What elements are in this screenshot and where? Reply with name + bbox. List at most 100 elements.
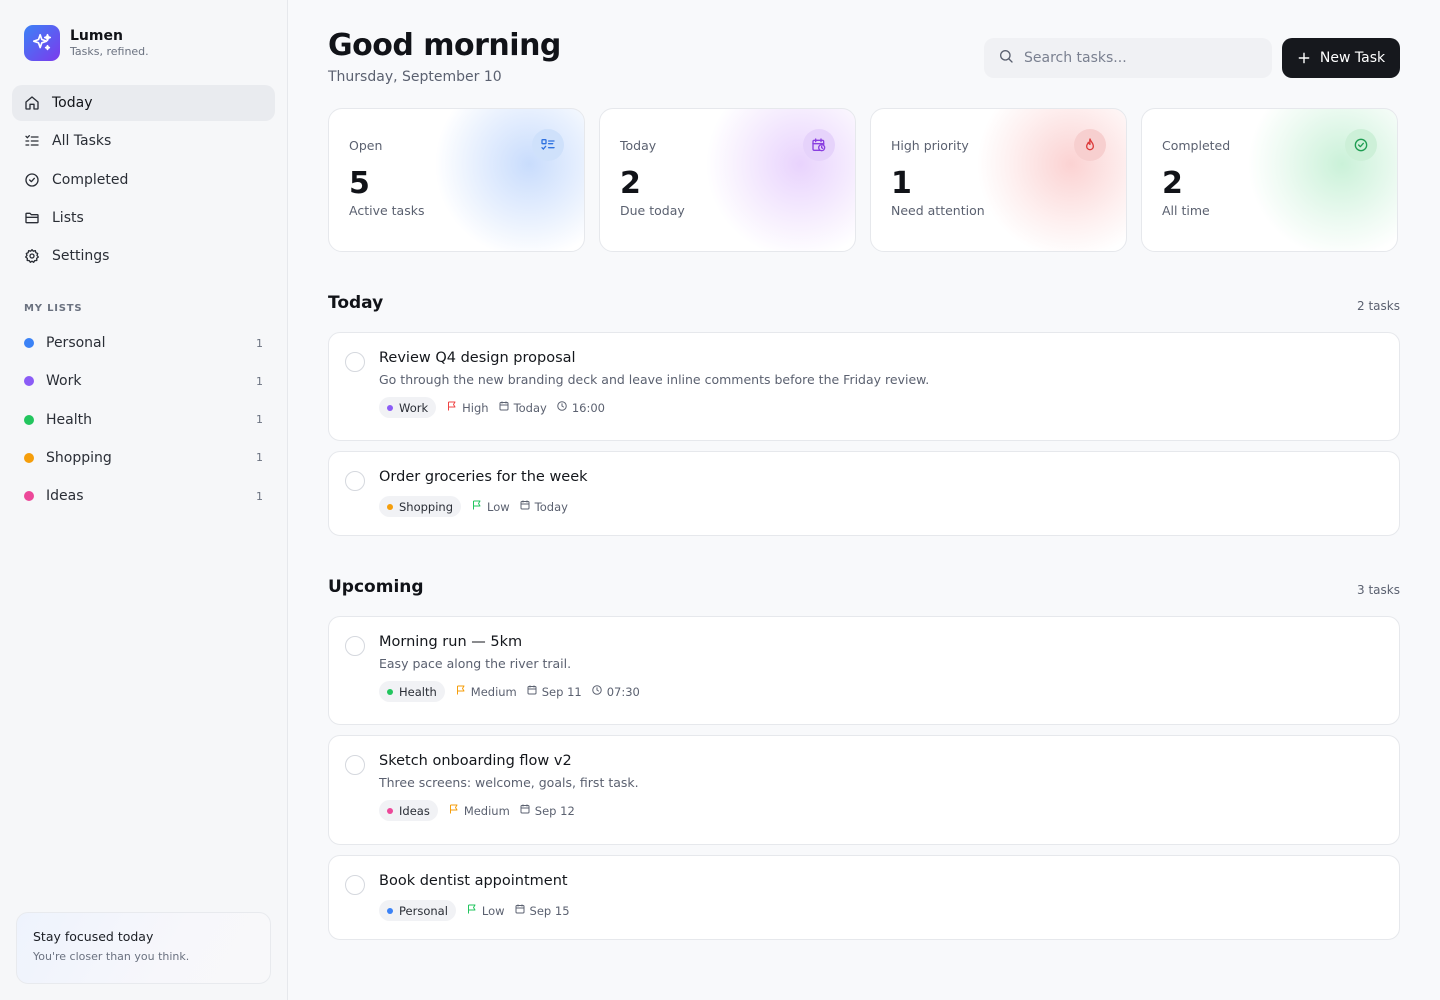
task-title: Sketch onboarding flow v2 — [379, 753, 572, 769]
list-count: 1 — [256, 413, 263, 427]
nav-item-label: Settings — [52, 248, 110, 265]
priority-label: Medium — [470, 684, 517, 699]
task-card[interactable]: Book dentist appointment Personal Low Se… — [328, 855, 1400, 940]
list-item-personal[interactable]: Personal 1 — [12, 325, 275, 361]
task-priority: Low — [466, 903, 505, 918]
stat-value: 5 — [349, 166, 370, 201]
calendar-icon — [519, 499, 535, 514]
stat-label: Today — [620, 138, 657, 153]
task-card[interactable]: Morning run — 5km Easy pace along the ri… — [328, 616, 1400, 725]
plus-icon — [1297, 51, 1311, 65]
tag-label: Work — [399, 400, 429, 415]
task-checkbox[interactable] — [345, 352, 365, 372]
task-list-tag[interactable]: Health — [379, 681, 445, 702]
search-icon — [998, 48, 1014, 68]
section-title-upcoming: Upcoming — [328, 577, 424, 597]
task-priority: Medium — [455, 684, 517, 699]
nav-item-lists[interactable]: Lists — [12, 200, 275, 236]
focus-title: Stay focused today — [33, 929, 154, 944]
task-checkbox[interactable] — [345, 875, 365, 895]
tag-color-dot — [387, 503, 393, 510]
task-title: Book dentist appointment — [379, 873, 568, 889]
task-card[interactable]: Sketch onboarding flow v2 Three screens:… — [328, 735, 1400, 845]
nav-item-today[interactable]: Today — [12, 85, 275, 121]
nav-item-label: All Tasks — [52, 133, 112, 150]
stats-row: Open 5 Active tasks Today 2 Due today Hi… — [328, 108, 1400, 252]
my-lists: Personal 1 Work 1 Health 1 Shopping 1 Id… — [12, 325, 275, 516]
list-color-dot — [24, 452, 34, 463]
task-list-tag[interactable]: Work — [379, 397, 437, 418]
tag-color-dot — [387, 404, 393, 411]
task-list-tag[interactable]: Personal — [379, 900, 456, 921]
brand[interactable]: Lumen Tasks, refined. — [24, 25, 149, 61]
task-description: Easy pace along the river trail. — [379, 656, 572, 671]
task-due: Today — [498, 400, 547, 415]
stat-card-high-priority: High priority 1 Need attention — [870, 108, 1127, 252]
task-due: Sep 12 — [519, 803, 575, 818]
search-input[interactable] — [1024, 50, 1244, 66]
flag-icon — [446, 400, 462, 415]
section-count-upcoming: 3 tasks — [1357, 583, 1400, 597]
task-description: Three screens: welcome, goals, first tas… — [379, 775, 639, 790]
nav-item-label: Today — [52, 95, 93, 111]
search-box[interactable] — [984, 38, 1272, 78]
due-label: Sep 12 — [534, 803, 575, 818]
tag-label: Health — [399, 684, 437, 699]
tag-color-dot — [387, 688, 393, 695]
flag-icon — [466, 903, 482, 918]
lists-heading: MY LISTS — [24, 303, 83, 314]
tag-label: Ideas — [399, 803, 430, 818]
calendar-icon — [498, 400, 514, 415]
task-time: 16:00 — [556, 400, 605, 415]
nav-item-completed[interactable]: Completed — [12, 162, 275, 198]
tag-color-dot — [387, 907, 393, 914]
priority-label: High — [462, 400, 489, 415]
stat-card-completed: Completed 2 All time — [1141, 108, 1398, 252]
stat-label: High priority — [891, 138, 969, 153]
stat-value: 1 — [891, 166, 912, 201]
gear-icon — [24, 248, 40, 264]
list-color-dot — [24, 414, 34, 425]
priority-label: Low — [487, 499, 510, 514]
focus-subtitle: You're closer than you think. — [33, 950, 190, 963]
task-list-tag[interactable]: Shopping — [379, 496, 462, 517]
list-item-ideas[interactable]: Ideas 1 — [12, 478, 275, 514]
list-color-dot — [24, 491, 34, 502]
nav-item-settings[interactable]: Settings — [12, 238, 275, 274]
task-meta: Work High Today 16:00 — [379, 397, 1379, 418]
list-item-work[interactable]: Work 1 — [12, 363, 275, 399]
nav-item-all-tasks[interactable]: All Tasks — [12, 123, 275, 159]
task-card[interactable]: Review Q4 design proposal Go through the… — [328, 332, 1400, 441]
task-checkbox[interactable] — [345, 755, 365, 775]
tag-label: Personal — [399, 903, 448, 918]
flag-icon — [448, 803, 464, 818]
due-label: Today — [513, 400, 547, 415]
section-count-today: 2 tasks — [1357, 299, 1400, 313]
task-meta: Health Medium Sep 11 07:30 — [379, 681, 1379, 702]
brand-tagline: Tasks, refined. — [70, 45, 149, 58]
stat-sub: All time — [1162, 203, 1210, 218]
list-item-shopping[interactable]: Shopping 1 — [12, 440, 275, 476]
task-checkbox[interactable] — [345, 471, 365, 491]
time-label: 07:30 — [606, 684, 640, 699]
task-description: Go through the new branding deck and lea… — [379, 372, 930, 387]
stat-value: 2 — [620, 166, 641, 201]
task-list-tag[interactable]: Ideas — [379, 800, 438, 821]
list-icon — [24, 133, 40, 149]
new-task-label: New Task — [1319, 50, 1386, 66]
task-time: 07:30 — [591, 684, 640, 699]
nav-item-label: Lists — [52, 209, 84, 226]
task-meta: Shopping Low Today — [379, 496, 1379, 517]
list-label: Personal — [46, 335, 106, 351]
stat-label: Open — [349, 138, 383, 153]
tag-color-dot — [387, 807, 393, 814]
section-title-today: Today — [328, 293, 384, 313]
time-label: 16:00 — [571, 400, 605, 415]
list-label: Ideas — [46, 488, 84, 505]
stat-sub: Due today — [620, 203, 685, 218]
task-card[interactable]: Order groceries for the week Shopping Lo… — [328, 451, 1400, 536]
task-due: Today — [519, 499, 568, 514]
list-item-health[interactable]: Health 1 — [12, 402, 275, 438]
new-task-button[interactable]: New Task — [1282, 38, 1400, 78]
task-checkbox[interactable] — [345, 636, 365, 656]
